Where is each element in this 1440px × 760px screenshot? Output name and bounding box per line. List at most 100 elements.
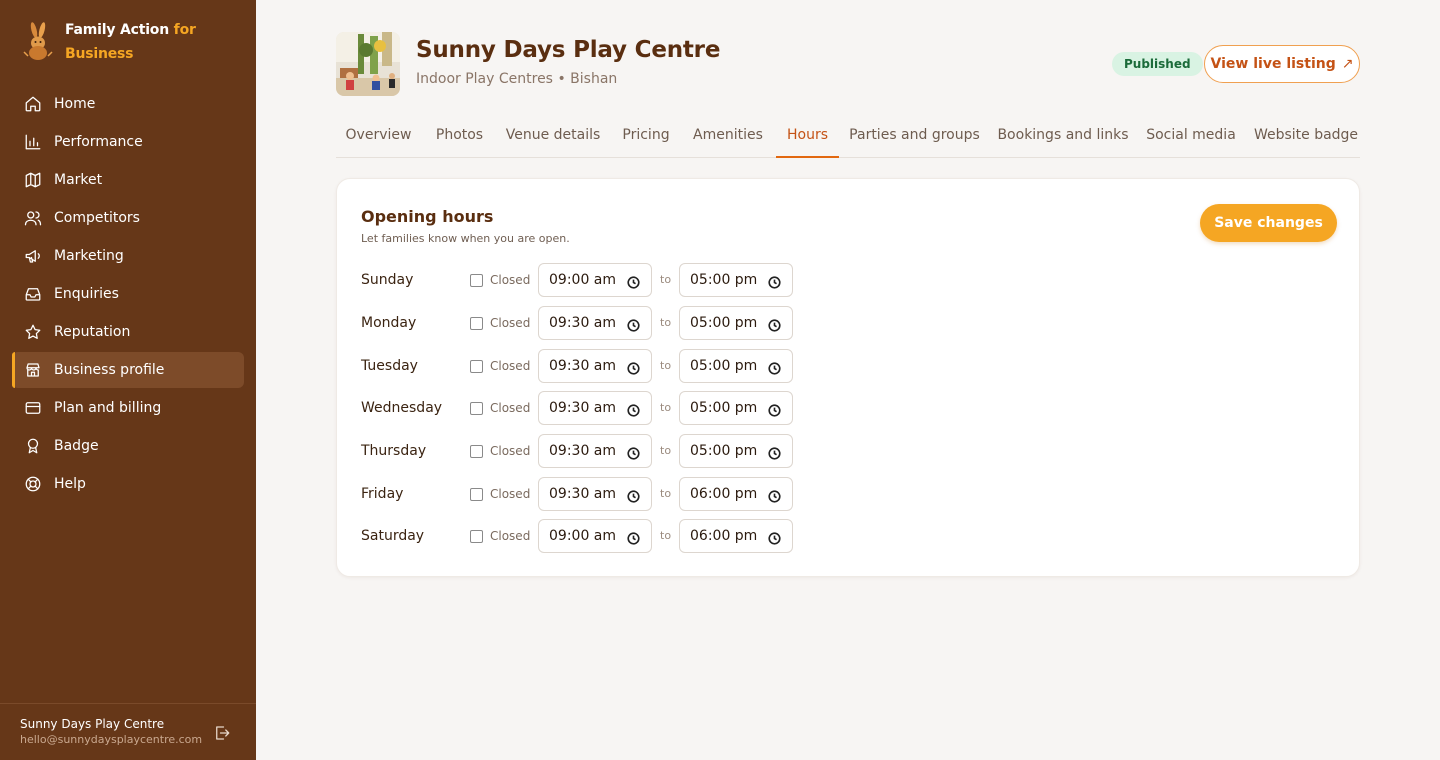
close-time-input[interactable]: 05:00 pm [679, 434, 793, 468]
brand[interactable]: Family Action for Business [22, 18, 196, 66]
card-title: Opening hours [361, 207, 494, 226]
closed-checkbox[interactable] [470, 401, 483, 415]
open-time-input[interactable]: 09:30 am [538, 349, 652, 383]
closed-checkbox[interactable] [470, 316, 483, 330]
open-time-input[interactable]: 09:30 am [538, 391, 652, 425]
life-buoy-icon [25, 476, 41, 492]
closed-checkbox[interactable] [470, 529, 483, 543]
sidebar-item-home[interactable]: Home [12, 86, 244, 122]
open-time-input[interactable]: 09:30 am [538, 477, 652, 511]
open-time-input[interactable]: 09:00 am [538, 263, 652, 297]
brand-name: Family Action for Business [65, 18, 196, 66]
closed-toggle: Closed [470, 358, 530, 374]
close-time-input[interactable]: 05:00 pm [679, 306, 793, 340]
external-link-icon: ↗ [1341, 56, 1354, 72]
logout-icon [216, 726, 230, 740]
close-time-input[interactable]: 06:00 pm [679, 519, 793, 553]
brand-line1-accent: for [173, 22, 196, 38]
open-time-value: 09:00 am [549, 528, 617, 544]
sidebar-item-marketing[interactable]: Marketing [12, 238, 244, 274]
clock-icon [768, 530, 781, 545]
close-time-value: 05:00 pm [690, 358, 758, 374]
day-label: Wednesday [361, 400, 443, 416]
close-time-input[interactable]: 05:00 pm [679, 391, 793, 425]
open-time-input[interactable]: 09:30 am [538, 434, 652, 468]
closed-checkbox[interactable] [470, 273, 483, 287]
tab-pricing[interactable]: Pricing [614, 114, 678, 158]
close-time-value: 05:00 pm [690, 272, 758, 288]
tab-amenities[interactable]: Amenities [688, 114, 768, 158]
closed-checkbox[interactable] [470, 444, 483, 458]
megaphone-icon [25, 250, 40, 263]
clock-icon [627, 274, 640, 289]
day-label: Sunday [361, 272, 414, 288]
clock-icon [627, 488, 640, 503]
tab-bookings-and-links[interactable]: Bookings and links [995, 114, 1131, 158]
sidebar-item-business-profile[interactable]: Business profile [12, 352, 244, 388]
sidebar-item-label: Badge [54, 438, 99, 454]
account-footer: Sunny Days Play Centre hello@sunnydayspl… [0, 703, 256, 760]
open-time-input[interactable]: 09:00 am [538, 519, 652, 553]
open-time-value: 09:00 am [549, 272, 617, 288]
award-icon [27, 438, 39, 454]
logout-button[interactable] [213, 724, 231, 742]
sidebar-item-performance[interactable]: Performance [12, 124, 244, 160]
closed-checkbox[interactable] [470, 487, 483, 501]
clock-icon [768, 317, 781, 332]
sidebar-item-market[interactable]: Market [12, 162, 244, 198]
venue-photo-image [336, 32, 400, 96]
clock-icon [627, 317, 640, 332]
close-time-input[interactable]: 05:00 pm [679, 349, 793, 383]
venue-thumbnail [336, 32, 400, 96]
day-label: Friday [361, 486, 404, 502]
open-time-input[interactable]: 09:30 am [538, 306, 652, 340]
venue-location: Bishan [570, 71, 618, 87]
hours-row-tuesday: Tuesday Closed 09:30 am to 05:00 pm [361, 349, 801, 383]
closed-toggle: Closed [470, 272, 530, 288]
sidebar-item-badge[interactable]: Badge [12, 428, 244, 464]
sidebar-item-help[interactable]: Help [12, 466, 244, 502]
tab-parties-and-groups[interactable]: Parties and groups [847, 114, 982, 158]
day-label: Saturday [361, 528, 425, 544]
tab-website-badge[interactable]: Website badge [1252, 114, 1360, 158]
closed-label: Closed [490, 359, 531, 373]
clock-icon [768, 274, 781, 289]
status-badge: Published [1112, 52, 1203, 76]
sidebar-item-label: Reputation [54, 324, 131, 340]
clock-icon [768, 402, 781, 417]
sidebar-item-competitors[interactable]: Competitors [12, 200, 244, 236]
tab-social-media[interactable]: Social media [1143, 114, 1239, 158]
tab-hours[interactable]: Hours [776, 114, 839, 158]
hours-row-sunday: Sunday Closed 09:00 am to 05:00 pm [361, 263, 801, 297]
tab-overview[interactable]: Overview [336, 114, 421, 158]
brand-line1: Family Action [65, 22, 174, 38]
users-icon [24, 211, 42, 226]
close-time-value: 05:00 pm [690, 400, 758, 416]
page-title: Sunny Days Play Centre [416, 37, 721, 63]
sidebar-item-label: Marketing [54, 248, 124, 264]
close-time-input[interactable]: 06:00 pm [679, 477, 793, 511]
tab-photos[interactable]: Photos [427, 114, 492, 158]
to-label: to [660, 273, 672, 286]
hours-row-saturday: Saturday Closed 09:00 am to 06:00 pm [361, 519, 801, 553]
sidebar-item-label: Enquiries [54, 286, 119, 302]
hours-row-friday: Friday Closed 09:30 am to 06:00 pm [361, 477, 801, 511]
closed-label: Closed [490, 529, 531, 543]
bar-chart-icon [25, 134, 41, 150]
open-time-value: 09:30 am [549, 443, 617, 459]
day-label: Thursday [361, 443, 427, 459]
tab-venue-details[interactable]: Venue details [502, 114, 604, 158]
sidebar-item-enquiries[interactable]: Enquiries [12, 276, 244, 312]
save-changes-button[interactable]: Save changes [1200, 204, 1337, 242]
closed-checkbox[interactable] [470, 359, 483, 373]
closed-label: Closed [490, 316, 531, 330]
sidebar-item-label: Performance [54, 134, 143, 150]
clock-icon [768, 488, 781, 503]
closed-toggle: Closed [470, 443, 530, 459]
close-time-input[interactable]: 05:00 pm [679, 263, 793, 297]
sidebar-item-plan-billing[interactable]: Plan and billing [12, 390, 244, 426]
view-live-listing-button[interactable]: View live listing ↗ [1204, 45, 1360, 83]
closed-label: Closed [490, 487, 531, 501]
home-icon [25, 96, 41, 112]
sidebar-item-reputation[interactable]: Reputation [12, 314, 244, 350]
